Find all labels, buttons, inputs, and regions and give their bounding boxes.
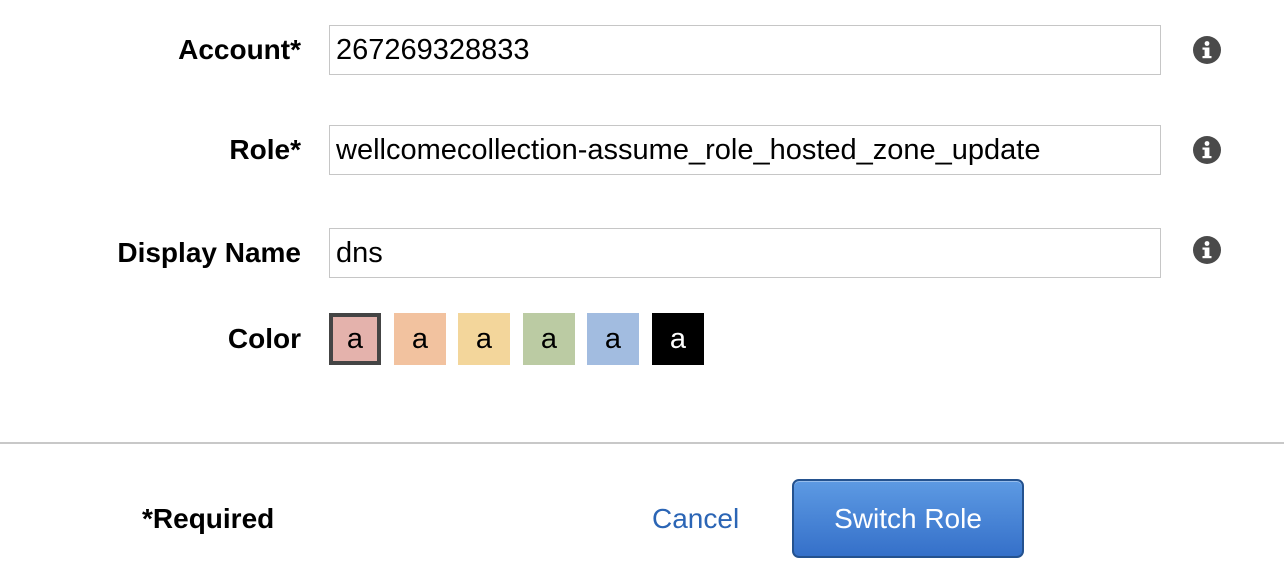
- switch-role-button[interactable]: Switch Role: [792, 479, 1024, 558]
- account-row: Account*: [0, 24, 1284, 76]
- color-swatch[interactable]: a: [523, 313, 575, 365]
- color-swatch[interactable]: a: [587, 313, 639, 365]
- cancel-link[interactable]: Cancel: [652, 497, 739, 541]
- display-name-label: Display Name: [117, 237, 301, 268]
- info-icon[interactable]: [1192, 135, 1222, 165]
- color-swatch[interactable]: a: [329, 313, 381, 365]
- color-row: Color aaaaaa: [0, 313, 1284, 365]
- color-swatch[interactable]: a: [458, 313, 510, 365]
- display-name-row: Display Name: [0, 227, 1284, 279]
- color-swatch[interactable]: a: [652, 313, 704, 365]
- role-input[interactable]: [329, 125, 1161, 175]
- info-icon[interactable]: [1192, 35, 1222, 65]
- color-swatch[interactable]: a: [394, 313, 446, 365]
- color-label: Color: [227, 323, 301, 354]
- account-input[interactable]: [329, 25, 1161, 75]
- divider: [0, 442, 1284, 444]
- display-name-input[interactable]: [329, 228, 1161, 278]
- required-note: *Required: [142, 503, 275, 534]
- info-icon[interactable]: [1192, 235, 1222, 265]
- role-row: Role*: [0, 124, 1284, 176]
- account-label: Account*: [178, 34, 301, 65]
- role-label: Role*: [229, 134, 301, 165]
